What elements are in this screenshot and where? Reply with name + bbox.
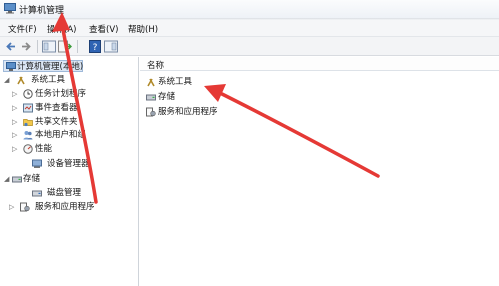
- collapse-icon[interactable]: ◢: [4, 74, 9, 86]
- performance-icon: [23, 144, 33, 154]
- device-manager-icon: [32, 159, 42, 168]
- tree-item-task-scheduler[interactable]: ▷ 任务计划程序: [12, 88, 132, 100]
- computer-management-icon: [4, 3, 16, 14]
- tools-icon: [17, 76, 25, 85]
- properties-pane-icon[interactable]: [104, 40, 118, 53]
- tree-item-services-apps[interactable]: ▷ 服务和应用程序: [9, 201, 132, 213]
- console-tree: 计算机管理(本地) ◢ 系统工具 ▷ 任务计划程序 ▷ 事件查看器 ▷ 共享文件…: [0, 57, 139, 286]
- services-icon: [146, 107, 156, 117]
- toolbar: ?: [0, 37, 499, 56]
- list-item-storage[interactable]: 存储: [146, 91, 266, 103]
- users-icon: [23, 131, 33, 140]
- storage-icon: [12, 176, 22, 183]
- tree-root[interactable]: 计算机管理(本地): [3, 60, 83, 72]
- expand-icon[interactable]: ▷: [12, 143, 17, 155]
- tree-item-event-viewer[interactable]: ▷ 事件查看器: [12, 102, 132, 114]
- tools-icon: [147, 78, 155, 87]
- menu-file[interactable]: 文件(F): [8, 23, 37, 35]
- column-header-label: 名称: [147, 61, 165, 71]
- tree-item-shared-folders[interactable]: ▷ 共享文件夹: [12, 116, 132, 128]
- disk-icon: [32, 190, 42, 197]
- list-item-services-apps[interactable]: 服务和应用程序: [146, 106, 266, 118]
- expand-icon[interactable]: ▷: [12, 116, 17, 128]
- shared-folder-icon: [23, 119, 33, 127]
- expand-icon[interactable]: ▷: [12, 129, 17, 141]
- details-pane: 名称 系统工具 存储 服务和应用程序: [140, 57, 499, 286]
- event-viewer-icon: [23, 103, 33, 113]
- tree-item-system-tools[interactable]: ◢ 系统工具: [4, 74, 124, 86]
- toolbar-separator: [37, 40, 38, 53]
- menu-help[interactable]: 帮助(H): [128, 23, 158, 35]
- tree-item-performance[interactable]: ▷ 性能: [12, 143, 132, 155]
- tree-item-local-users[interactable]: ▷ 本地用户和组: [12, 129, 132, 141]
- storage-icon: [146, 94, 156, 101]
- expand-icon[interactable]: ▷: [9, 201, 14, 213]
- expand-icon[interactable]: ▷: [12, 88, 17, 100]
- clock-icon: [23, 89, 33, 99]
- help-icon[interactable]: ?: [89, 40, 101, 53]
- svg-text:?: ?: [93, 43, 98, 53]
- expand-icon[interactable]: ▷: [12, 102, 17, 114]
- menu-view[interactable]: 查看(V): [89, 23, 118, 35]
- tree-item-device-manager[interactable]: 设备管理器: [12, 158, 132, 170]
- window-title: 计算机管理: [19, 6, 65, 16]
- menu-bar: 文件(F) 操作(A) 查看(V) 帮助(H): [0, 20, 499, 37]
- back-arrow-icon[interactable]: [5, 40, 17, 53]
- tree-root-label: 计算机管理(本地): [17, 62, 84, 72]
- menu-action[interactable]: 操作(A): [47, 23, 76, 35]
- list-item-system-tools[interactable]: 系统工具: [146, 76, 266, 88]
- export-list-icon[interactable]: [58, 40, 72, 53]
- column-header-name[interactable]: 名称: [140, 57, 499, 71]
- services-icon: [20, 202, 30, 212]
- toolbar-separator: [77, 40, 78, 53]
- title-bar: 计算机管理: [0, 0, 499, 18]
- forward-arrow-icon[interactable]: [20, 40, 32, 53]
- tree-item-disk-management[interactable]: 磁盘管理: [12, 187, 132, 199]
- console-tree-icon[interactable]: [42, 40, 56, 53]
- tree-item-storage[interactable]: ◢ 存储: [4, 173, 124, 185]
- collapse-icon[interactable]: ◢: [4, 173, 9, 185]
- computer-management-icon: [6, 62, 16, 71]
